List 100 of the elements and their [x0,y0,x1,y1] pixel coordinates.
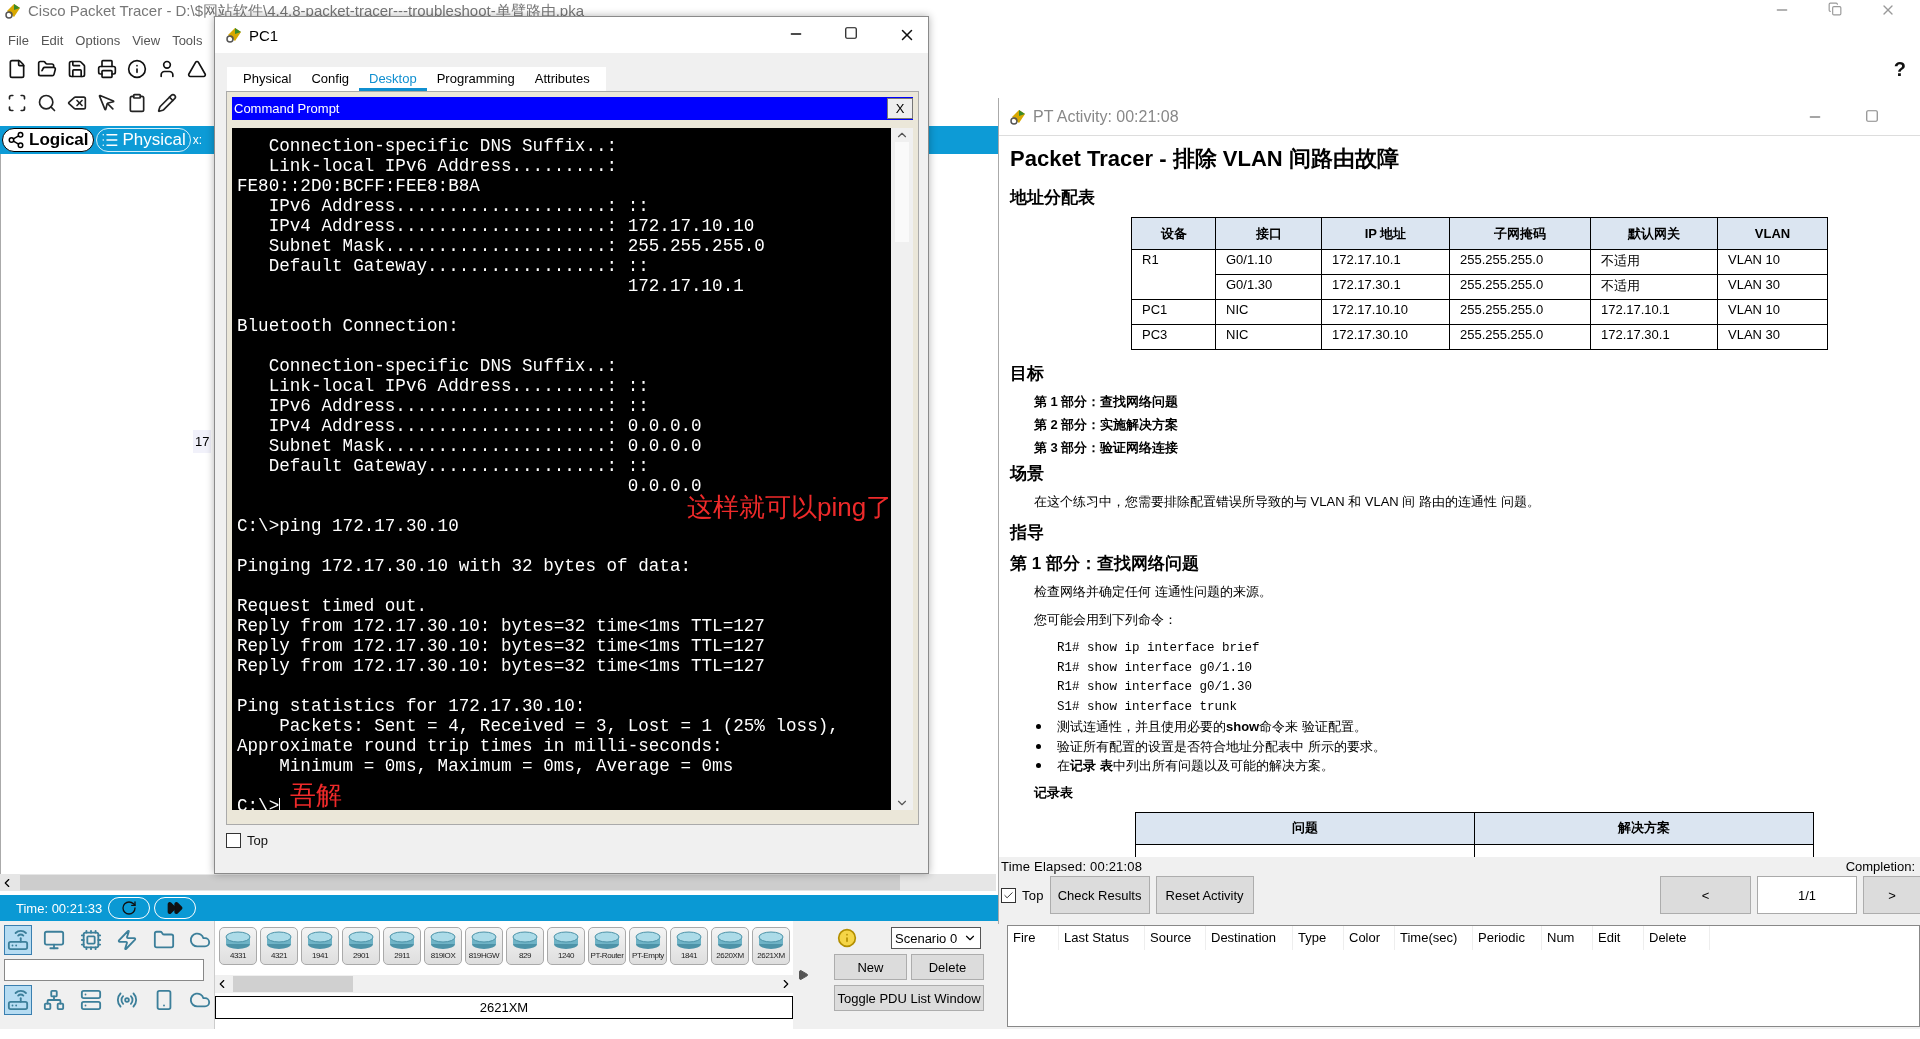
console-line: Subnet Mask.....................: 0.0.0.0 [267,436,702,456]
checkbox[interactable] [1001,887,1016,903]
menu-item[interactable]: Options [75,32,121,48]
triangle-icon[interactable] [187,59,207,79]
maximize-icon[interactable] [844,26,858,40]
router-icon [6,929,29,951]
person-icon[interactable] [157,59,177,79]
checkbox-label: Top [247,833,268,848]
table-cell: 172.17.10.1 [1590,299,1718,325]
reset-icon [121,900,138,916]
router-icon [552,930,580,950]
device-model-button[interactable]: 2620XM [711,927,749,965]
device-category-button[interactable] [4,925,32,955]
fast-forward-button[interactable] [154,897,197,919]
router-icon [265,930,293,950]
table-cell: NIC [1215,299,1322,325]
next-button[interactable]: > [1863,876,1920,914]
column-header: 子网掩码 [1449,217,1591,250]
action-button[interactable]: Reset Activity [1155,876,1254,914]
console-line: Connection-specific DNS Suffix..: [267,356,618,376]
command-line: R1# show ip interface brief [1057,640,1261,657]
scenario-button[interactable]: Delete [911,954,984,980]
printer-icon[interactable] [97,59,117,79]
device-model-button[interactable]: 819IOX [424,927,462,965]
annotation: 这样就可以ping了 [687,491,891,524]
column-header: Time(sec) [1395,926,1473,950]
column-header: Edit [1593,926,1644,950]
device-scrollbar[interactable] [215,975,793,993]
console-line: C:\>ping 172.17.30.10 [237,516,459,536]
page-indicator: 1/1 [1757,876,1857,914]
expand-icon[interactable] [797,969,809,981]
folder-icon[interactable] [37,59,57,79]
table-cell: 255.255.255.0 [1449,274,1591,300]
column-header: 解决方案 [1474,812,1814,844]
table-cell: NIC [1215,324,1322,350]
console-line: IPv6 Address....................: :: [267,196,649,216]
file-icon[interactable] [7,59,27,79]
router-icon [224,930,252,950]
table-cell: 不适用 [1590,274,1718,300]
console-line: Minimum = 0ms, Maximum = 0ms, Average = 0ms [278,756,734,776]
console-line: Reply from 172.17.30.10: bytes=32 time<1ms TTL=127 [237,636,765,656]
device-model-button[interactable]: 1841 [670,927,708,965]
help-icon[interactable]: ? [1893,57,1906,81]
search-icon[interactable] [37,93,57,113]
menu-item[interactable]: Edit [40,32,64,48]
device-model-button[interactable]: 2911 [383,927,421,965]
console-line: IPv4 Address....................: 172.17.10.10 [267,216,755,236]
horizontal-scrollbar[interactable] [0,874,996,891]
app-logo-icon [225,26,243,44]
menu-item[interactable]: File [8,32,29,48]
toggle-pdu-button[interactable]: Toggle PDU List Window [834,985,984,1011]
scenario-button[interactable]: New [834,954,907,980]
device-model-button[interactable]: PT-Router [588,927,626,965]
device-search-field[interactable] [4,959,204,981]
console-line: FE80::2D0:BCFF:FEE8:B8A [237,176,480,196]
device-model-button[interactable]: 2901 [342,927,380,965]
time-elapsed-label: Time Elapsed: 00:21:08 [1001,859,1143,874]
device-model-button[interactable]: PT-Empty [629,927,667,965]
table-title: 记录表 [1034,783,1074,802]
save-icon[interactable] [67,59,87,79]
device-model-button[interactable]: 829 [506,927,544,965]
column-header: 默认网关 [1590,217,1718,250]
device-model-button[interactable]: 1941 [301,927,339,965]
pointer-icon[interactable] [97,93,117,113]
router-icon [757,930,785,950]
pencil-icon[interactable] [157,93,177,113]
page-heading: Packet Tracer - 排除 VLAN 间路由故障 [1010,145,1400,173]
lightning-icon [116,929,139,951]
completion-label: Completion: [1845,859,1916,874]
close-button[interactable]: X [887,98,913,119]
restore-icon[interactable] [1828,2,1842,16]
device-model-button[interactable]: 4331 [219,927,257,965]
action-button[interactable]: Check Results [1049,876,1150,914]
device-category-button[interactable] [4,985,32,1015]
router-icon [470,930,498,950]
scenario-select[interactable]: Scenario 0 [891,927,981,949]
console-line: Subnet Mask.....................: 255.255.255.0 [267,236,765,256]
reset-time-button[interactable] [108,897,151,919]
table-cell: VLAN 10 [1717,299,1828,325]
table-cell: VLAN 30 [1717,274,1828,300]
view-tab[interactable]: Logical [2,128,94,152]
console-line: Default Gateway.................: :: [267,256,649,276]
device-model-button[interactable]: 2621XM [752,927,790,965]
command-line: R1# show interface g0/1.30 [1057,679,1254,696]
selection-icon[interactable] [7,93,27,113]
checkbox[interactable] [226,833,241,848]
device-model-button[interactable]: 1240 [547,927,585,965]
device-model-button[interactable]: 819HGW [465,927,503,965]
previous-button[interactable]: < [1660,876,1751,914]
chip-icon [79,929,102,951]
info-icon[interactable] [127,59,147,79]
delete-icon[interactable] [67,93,87,113]
console-line: Link-local IPv6 Address.........: [267,156,618,176]
table-cell: 255.255.255.0 [1449,299,1591,325]
device-model-button[interactable]: 4321 [260,927,298,965]
note-icon[interactable] [127,93,147,113]
console-line: IPv6 Address....................: :: [267,396,649,416]
menu-item[interactable]: Tools [172,32,203,48]
vertical-scrollbar[interactable] [891,128,913,810]
menu-item[interactable]: View [132,32,161,48]
